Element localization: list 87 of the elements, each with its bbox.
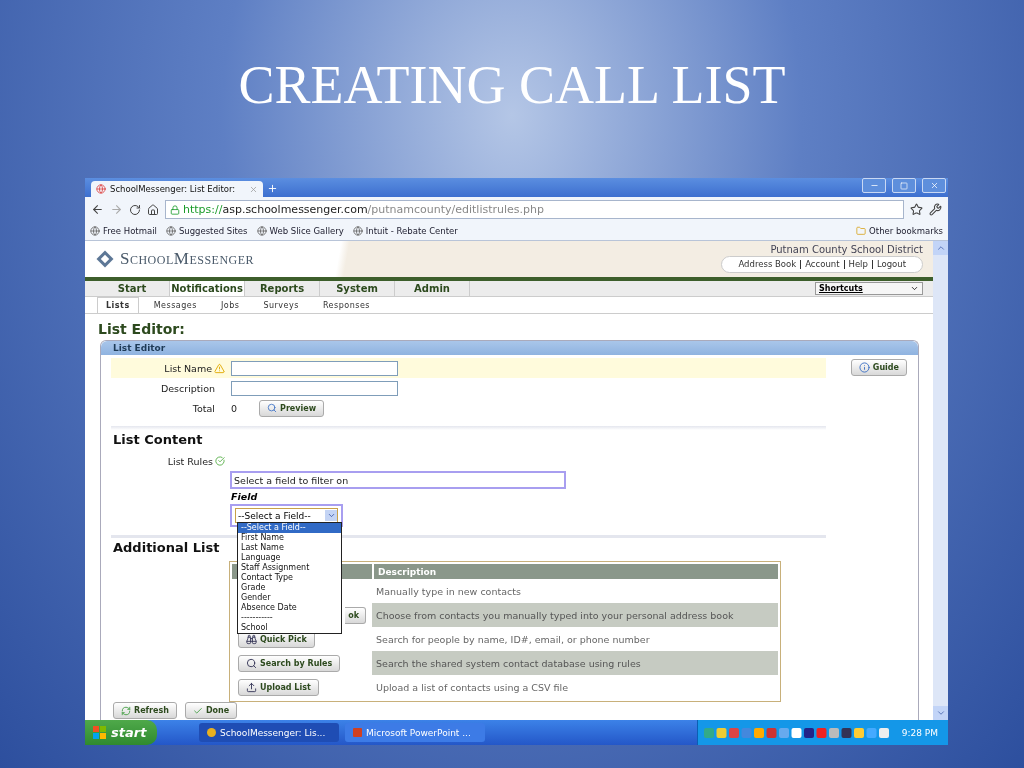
page-heading: List Editor: [98,321,186,337]
home-icon[interactable] [147,203,159,216]
scroll-down-icon [935,708,946,718]
caret-icon [326,511,336,520]
browser-icon [207,728,216,737]
maximize-icon [900,181,908,190]
table-button[interactable]: Search by Rules [238,654,341,672]
close-button[interactable] [922,178,946,193]
description-field[interactable] [231,380,398,396]
nav-tab[interactable]: System [320,281,395,297]
bookmark[interactable]: Free Hotmail [90,226,157,236]
header-link[interactable]: Address Book [734,260,801,270]
browser-tab[interactable]: SchoolMessenger: List Editor: [91,181,263,197]
close-icon [929,181,939,190]
sub-tab[interactable]: Responses [313,297,379,313]
sub-tab[interactable]: Lists [97,297,139,313]
list-name-field[interactable] [231,360,398,376]
header-link[interactable]: Account [800,260,844,270]
new-tab-icon[interactable] [267,183,278,194]
binoculars-icon [246,633,257,645]
upload-icon [246,681,257,693]
warning-icon [214,362,225,374]
panel-title: List Editor [101,341,918,355]
bookmark[interactable]: Suggested Sites [165,226,248,236]
section-title: List Content [113,432,203,447]
shortcuts-select[interactable]: Shortcuts [815,282,923,296]
filter-prompt: Select a field to filter on [230,471,566,489]
start-button[interactable]: start [85,720,157,745]
address-book-button[interactable]: ok [345,606,366,624]
section-title: Additional List [113,540,220,555]
globe-icon [352,226,363,236]
scrollbar[interactable] [933,241,948,720]
logo-text: SchoolMessenger [120,248,255,269]
table-button[interactable]: Upload List [238,678,319,696]
dropdown-option[interactable]: --Select a Field-- [238,523,341,533]
bookmark[interactable]: Intuit - Rebate Center [352,226,458,236]
field-label: List Name [164,362,212,374]
bookmark[interactable]: Web Slice Gallery [256,226,344,236]
globe-icon [96,184,106,194]
sub-tab[interactable]: Surveys [254,297,308,313]
wrench-icon[interactable] [929,203,942,216]
address-bar[interactable]: https://asp.schoolmessenger.com/putnamcounty/editlistrules.php [165,200,904,219]
action-button[interactable]: Refresh [113,702,177,719]
other-bookmarks[interactable]: Other bookmarks [856,226,943,236]
total-value: 0 [231,402,238,414]
table-cell: Search the shared system contact database using rules [372,651,778,675]
sub-tab[interactable]: Jobs [211,297,249,313]
nav-tab[interactable]: Admin [395,281,470,297]
search-icon [267,403,278,413]
field-label: Description [159,382,215,394]
taskbar-task[interactable]: SchoolMessenger: Lis... [199,723,339,742]
reload-icon[interactable] [129,203,141,216]
close-icon[interactable] [249,184,258,194]
table-cell: Choose from contacts you manually typed into your personal address book [372,603,778,627]
taskbar-task[interactable]: Microsoft PowerPoint ... [345,723,485,742]
minimize-button[interactable] [862,178,886,193]
search-icon [246,657,257,669]
check-icon [215,456,225,466]
sub-tab[interactable]: Messages [144,297,206,313]
star-icon[interactable] [910,203,923,216]
header-link[interactable]: Logout [871,260,910,270]
windows-icon [93,725,107,740]
folder-icon [856,226,867,236]
forward-icon[interactable] [110,203,123,216]
header-link[interactable]: Help [843,260,872,270]
guide-button[interactable]: Guide [850,359,907,376]
globe-icon [90,226,100,236]
field-label: Total [191,402,215,414]
nav-tab[interactable]: Notifications [170,281,245,297]
preview-button[interactable]: Preview [259,399,325,417]
lock-icon [170,204,180,215]
slide-title: CREATING CALL LIST [238,54,786,116]
district-name: Putnam County School District [770,244,923,256]
refresh-icon [121,705,131,716]
field-label: List Rules [167,455,213,467]
maximize-button[interactable] [892,178,916,193]
scroll-up-icon [935,243,946,253]
back-icon[interactable] [91,203,104,216]
globe-icon [256,226,267,236]
globe-icon [165,226,176,236]
info-icon [858,362,870,373]
field-label: Field [231,491,258,502]
slides-icon [353,728,362,737]
action-button[interactable]: Done [184,702,238,719]
check-icon [192,705,203,716]
nav-tab[interactable]: Reports [245,281,320,297]
clock: 9:28 PM [901,727,938,738]
